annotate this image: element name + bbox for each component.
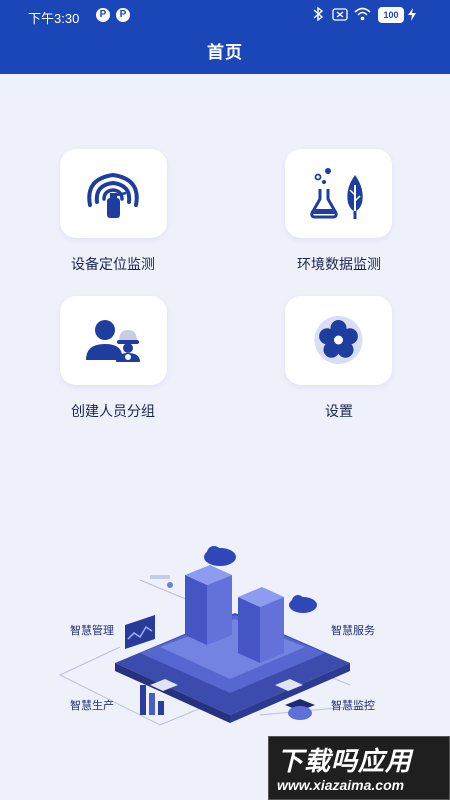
smart-platform-illustration: 智慧管理 智慧服务 智慧生产 智慧监控 bbox=[0, 535, 450, 745]
settings-label: 设置 bbox=[325, 404, 353, 420]
isometric-platform-graphic bbox=[58, 546, 371, 726]
settings-gear-icon bbox=[314, 316, 363, 364]
page-title: 首页 bbox=[207, 43, 243, 63]
smart-production-label: 智慧生产 bbox=[70, 699, 114, 712]
status-time: 下午3:30 bbox=[28, 11, 80, 26]
parking-notification-icon: P bbox=[96, 8, 110, 22]
environment-data-label: 环境数据监测 bbox=[297, 257, 381, 273]
status-bar: 下午3:30 P P 100 bbox=[0, 0, 450, 30]
charging-icon bbox=[408, 8, 416, 25]
flask-tree-icon bbox=[310, 168, 363, 219]
smart-management-label: 智慧管理 bbox=[70, 624, 114, 637]
wifi-icon bbox=[354, 7, 371, 25]
device-location-label: 设备定位监测 bbox=[71, 257, 155, 273]
smart-service-label: 智慧服务 bbox=[331, 624, 375, 637]
smart-monitoring-label: 智慧监控 bbox=[331, 699, 375, 712]
people-group-icon bbox=[86, 320, 140, 362]
watermark: 下载吗应用 www.xiazaima.com bbox=[268, 736, 450, 800]
app-header: 下午3:30 P P 100 首页 bbox=[0, 0, 450, 74]
watermark-site: www.xiazaima.com bbox=[277, 777, 405, 793]
parking-notification-icon-2: P bbox=[116, 8, 130, 22]
create-group-label: 创建人员分组 bbox=[71, 404, 155, 420]
sim-off-icon bbox=[332, 8, 348, 25]
environment-data-button[interactable] bbox=[285, 149, 392, 238]
signal-extinguisher-icon bbox=[87, 172, 139, 218]
device-location-button[interactable] bbox=[60, 149, 167, 238]
battery-icon: 100 bbox=[378, 7, 404, 23]
settings-button[interactable] bbox=[285, 296, 392, 385]
watermark-main: 下载吗应用 bbox=[277, 747, 413, 777]
create-group-button[interactable] bbox=[60, 296, 167, 385]
bluetooth-icon bbox=[312, 6, 324, 26]
status-icons: 100 bbox=[312, 6, 432, 24]
